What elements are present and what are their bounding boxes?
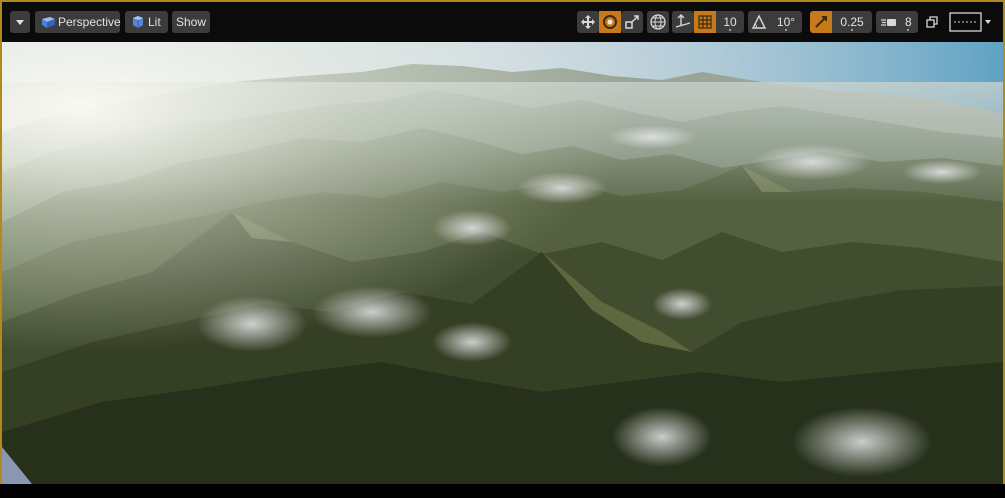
camera-speed-icon xyxy=(881,19,896,26)
rotate-icon xyxy=(603,15,617,29)
scale-snap-icon xyxy=(815,16,827,28)
viewport-3d-scene[interactable] xyxy=(2,42,1003,484)
terrain-render xyxy=(2,42,1003,484)
scale-icon xyxy=(625,15,639,29)
lit-label: Lit xyxy=(148,15,161,29)
scale-mode-button[interactable] xyxy=(621,11,643,33)
perspective-cube-icon xyxy=(42,17,55,28)
perspective-label: Perspective xyxy=(58,15,121,29)
angle-icon xyxy=(751,14,767,29)
scale-snap-value[interactable]: 0.25 xyxy=(832,11,872,33)
dropdown-dot-icon xyxy=(785,29,787,31)
chevron-down-icon xyxy=(16,20,24,25)
surface-snap-button[interactable] xyxy=(672,11,694,33)
translate-mode-button[interactable] xyxy=(577,11,599,33)
rotation-snap-toggle[interactable] xyxy=(748,11,770,33)
globe-icon xyxy=(650,14,666,30)
layout-button[interactable] xyxy=(948,11,994,33)
world-local-button[interactable] xyxy=(647,11,669,33)
rotate-mode-button[interactable] xyxy=(599,11,621,33)
grid-snap-toggle[interactable] xyxy=(694,11,716,33)
show-label: Show xyxy=(175,15,207,29)
lit-sphere-icon xyxy=(133,16,143,28)
show-button[interactable]: Show xyxy=(172,11,210,33)
maximize-button[interactable] xyxy=(923,11,941,33)
viewport-bottom-bar xyxy=(0,484,1005,498)
perspective-button[interactable]: Perspective xyxy=(35,11,121,33)
translate-icon xyxy=(581,15,595,29)
camera-speed-button[interactable]: 8 xyxy=(876,11,918,33)
grid-icon xyxy=(698,15,712,29)
rotation-snap-value[interactable]: 10° xyxy=(770,11,802,33)
viewport-toolbar: Perspective Lit Show 10 10° 0.25 8 xyxy=(2,2,1003,42)
maximize-icon xyxy=(926,16,938,28)
dropdown-dot-icon xyxy=(851,29,853,31)
scale-snap-toggle[interactable] xyxy=(810,11,832,33)
surface-snap-icon xyxy=(675,14,691,28)
layout-icon xyxy=(949,12,991,32)
dropdown-dot-icon xyxy=(907,29,909,31)
dropdown-dot-icon xyxy=(729,29,731,31)
grid-snap-value[interactable]: 10 xyxy=(716,11,744,33)
viewport-options-button[interactable] xyxy=(10,11,30,33)
lit-button[interactable]: Lit xyxy=(125,11,168,33)
